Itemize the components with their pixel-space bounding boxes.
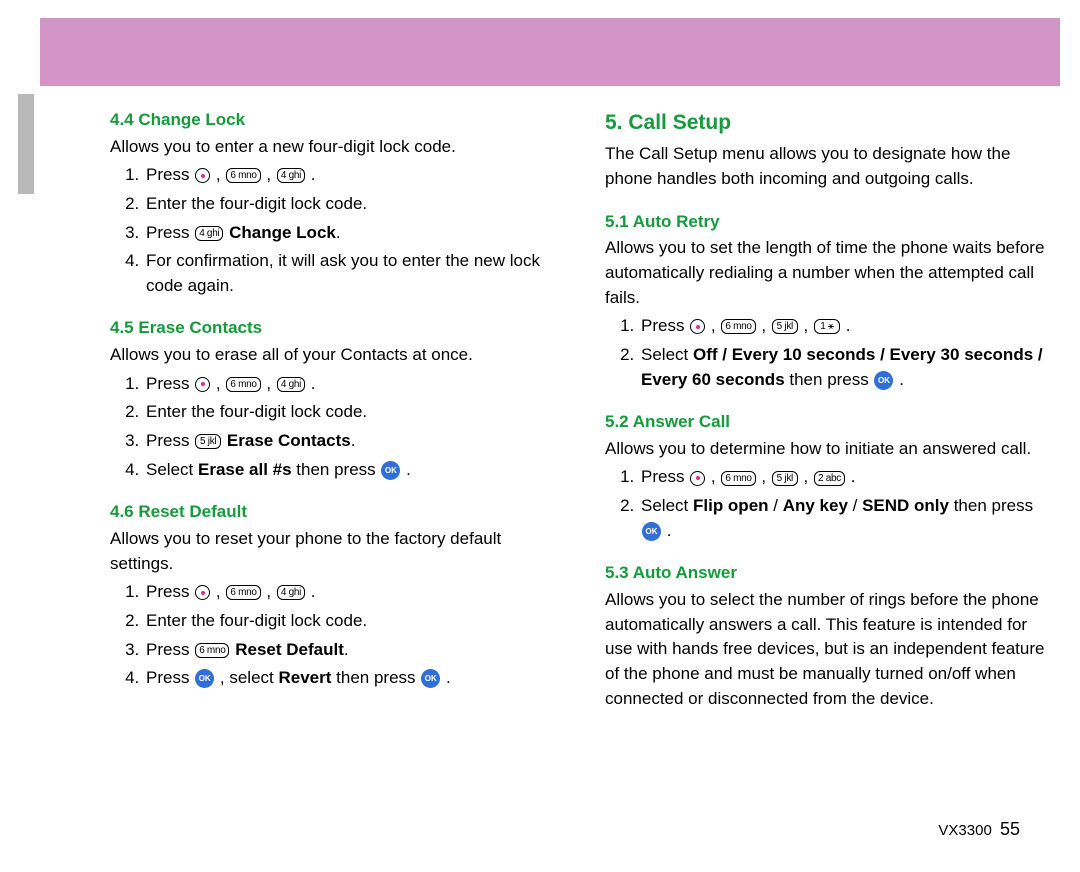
- bold: Revert: [279, 668, 332, 687]
- bold: Flip open: [693, 496, 769, 515]
- nav-key-icon: [195, 585, 210, 600]
- bold: Any key: [783, 496, 848, 515]
- step: Press 4 ghi Change Lock.: [144, 221, 555, 246]
- text: , select: [215, 668, 278, 687]
- text: Press: [146, 640, 194, 659]
- right-column: 5. Call Setup The Call Setup menu allows…: [605, 108, 1050, 715]
- steps-5-1: Press , 6 mno , 5 jkl , 1 ⚹ . Select Off…: [639, 314, 1050, 392]
- key-4-icon: 4 ghi: [277, 168, 305, 183]
- step: Press 5 jkl Erase Contacts.: [144, 429, 555, 454]
- model-label: VX3300: [938, 822, 991, 839]
- key-5-icon: 5 jkl: [195, 434, 221, 449]
- step: Select Off / Every 10 seconds / Every 30…: [639, 343, 1050, 392]
- page-number: 55: [1000, 819, 1020, 839]
- text: Press: [146, 223, 194, 242]
- text: Press: [146, 431, 194, 450]
- heading-4-6: 4.6 Reset Default: [110, 500, 555, 525]
- text: Press: [641, 316, 689, 335]
- intro-5: The Call Setup menu allows you to design…: [605, 142, 1050, 191]
- text: Press: [641, 467, 689, 486]
- text: then press: [331, 668, 420, 687]
- step: Press , 6 mno , 4 ghi .: [144, 580, 555, 605]
- text: /: [769, 496, 783, 515]
- nav-key-icon: [195, 377, 210, 392]
- intro-5-3: Allows you to select the number of rings…: [605, 588, 1050, 711]
- step: Press OK , select Revert then press OK .: [144, 666, 555, 691]
- text: Press: [146, 165, 194, 184]
- intro-5-2: Allows you to determine how to initiate …: [605, 437, 1050, 462]
- step: Press , 6 mno , 5 jkl , 2 abc .: [639, 465, 1050, 490]
- ok-key-icon: OK: [642, 522, 661, 541]
- side-tab: [18, 94, 34, 194]
- steps-4-5: Press , 6 mno , 4 ghi . Enter the four-d…: [144, 372, 555, 483]
- step: Press , 6 mno , 4 ghi .: [144, 163, 555, 188]
- text: Press: [146, 668, 194, 687]
- page-content: 4.4 Change Lock Allows you to enter a ne…: [110, 108, 1050, 715]
- text: then press: [292, 460, 381, 479]
- text: Select: [641, 496, 693, 515]
- heading-5-2: 5.2 Answer Call: [605, 410, 1050, 435]
- ok-key-icon: OK: [874, 371, 893, 390]
- step: Press 6 mno Reset Default.: [144, 638, 555, 663]
- intro-4-5: Allows you to erase all of your Contacts…: [110, 343, 555, 368]
- text: then press: [949, 496, 1033, 515]
- step: Select Flip open / Any key / SEND only t…: [639, 494, 1050, 543]
- bold: Reset Default: [235, 640, 344, 659]
- text: Select: [146, 460, 198, 479]
- key-6-icon: 6 mno: [721, 319, 755, 334]
- steps-5-2: Press , 6 mno , 5 jkl , 2 abc . Select F…: [639, 465, 1050, 543]
- steps-4-6: Press , 6 mno , 4 ghi . Enter the four-d…: [144, 580, 555, 691]
- bold: Erase Contacts: [227, 431, 351, 450]
- key-2-icon: 2 abc: [814, 471, 845, 486]
- ok-key-icon: OK: [381, 461, 400, 480]
- step: Enter the four-digit lock code.: [144, 192, 555, 217]
- steps-4-4: Press , 6 mno , 4 ghi . Enter the four-d…: [144, 163, 555, 298]
- step: For confirmation, it will ask you to ent…: [144, 249, 555, 298]
- step: Press , 6 mno , 4 ghi .: [144, 372, 555, 397]
- page-footer: VX3300 55: [938, 819, 1020, 840]
- nav-key-icon: [195, 168, 210, 183]
- key-6-icon: 6 mno: [226, 585, 260, 600]
- key-4-icon: 4 ghi: [195, 226, 223, 241]
- intro-4-6: Allows you to reset your phone to the fa…: [110, 527, 555, 576]
- heading-4-5: 4.5 Erase Contacts: [110, 316, 555, 341]
- key-6-icon: 6 mno: [721, 471, 755, 486]
- intro-4-4: Allows you to enter a new four-digit loc…: [110, 135, 555, 160]
- heading-5-3: 5.3 Auto Answer: [605, 561, 1050, 586]
- key-6-icon: 6 mno: [226, 168, 260, 183]
- ok-key-icon: OK: [195, 669, 214, 688]
- heading-5: 5. Call Setup: [605, 108, 1050, 138]
- heading-4-4: 4.4 Change Lock: [110, 108, 555, 133]
- text: then press: [785, 370, 874, 389]
- key-6-icon: 6 mno: [226, 377, 260, 392]
- text: Press: [146, 374, 194, 393]
- key-5-icon: 5 jkl: [772, 319, 798, 334]
- ok-key-icon: OK: [421, 669, 440, 688]
- key-4-icon: 4 ghi: [277, 377, 305, 392]
- step: Press , 6 mno , 5 jkl , 1 ⚹ .: [639, 314, 1050, 339]
- step: Enter the four-digit lock code.: [144, 609, 555, 634]
- nav-key-icon: [690, 319, 705, 334]
- nav-key-icon: [690, 471, 705, 486]
- bold: SEND only: [862, 496, 949, 515]
- step: Select Erase all #s then press OK .: [144, 458, 555, 483]
- text: /: [848, 496, 862, 515]
- key-1-icon: 1 ⚹: [814, 319, 840, 334]
- header-banner: [40, 18, 1060, 86]
- key-6-icon: 6 mno: [195, 643, 229, 658]
- intro-5-1: Allows you to set the length of time the…: [605, 236, 1050, 310]
- key-5-icon: 5 jkl: [772, 471, 798, 486]
- left-column: 4.4 Change Lock Allows you to enter a ne…: [110, 108, 555, 715]
- text: Press: [146, 582, 194, 601]
- heading-5-1: 5.1 Auto Retry: [605, 210, 1050, 235]
- bold: Erase all #s: [198, 460, 292, 479]
- bold: Change Lock: [229, 223, 336, 242]
- text: Select: [641, 345, 693, 364]
- step: Enter the four-digit lock code.: [144, 400, 555, 425]
- key-4-icon: 4 ghi: [277, 585, 305, 600]
